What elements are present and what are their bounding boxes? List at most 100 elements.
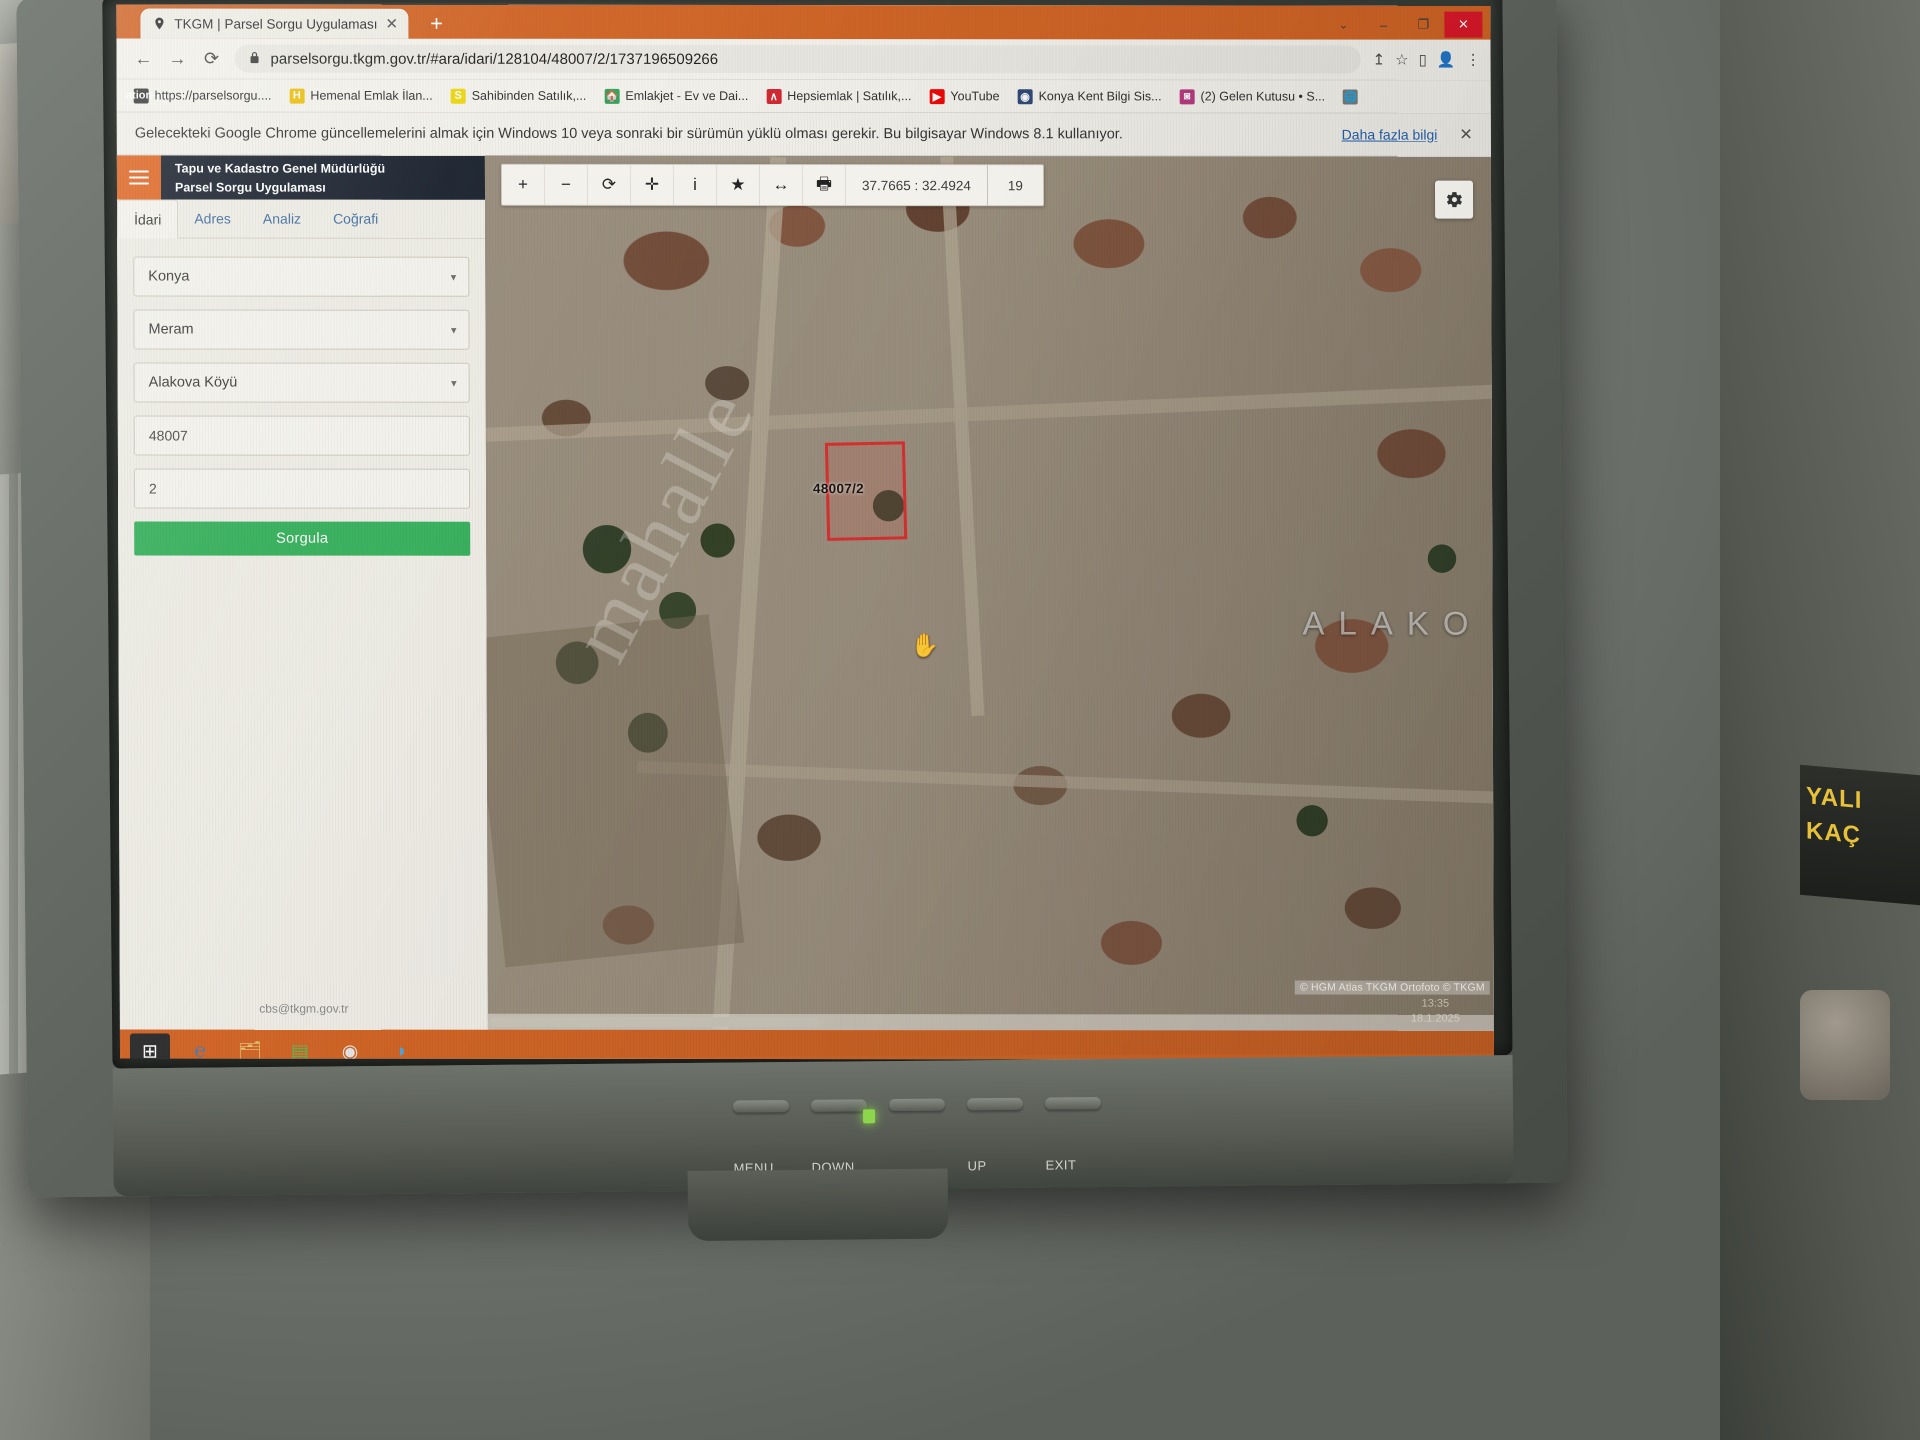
profile-avatar-icon[interactable]: 👤 (1437, 51, 1456, 69)
side-panel-icon[interactable]: ▯ (1419, 51, 1427, 69)
chevron-down-icon: ▾ (451, 377, 457, 390)
district-select[interactable]: Meram (133, 309, 470, 350)
print-icon[interactable]: 🖶 (802, 165, 847, 206)
bookmark-item[interactable]: ▶ YouTube (920, 84, 1008, 108)
app-title-line1: Tapu ve Kadastro Genel Müdürlüğü (174, 161, 386, 176)
bookmark-item[interactable]: ◉ Konya Kent Bilgi Sis... (1009, 84, 1171, 108)
share-icon[interactable]: ↥ (1373, 51, 1386, 69)
bookmark-favicon-🏠: 🏠 (604, 88, 620, 104)
province-select[interactable]: Konya (133, 256, 470, 297)
app-header: Tapu ve Kadastro Genel Müdürlüğü Parsel … (116, 155, 486, 200)
osd-button-up[interactable] (966, 1097, 1024, 1111)
osd-button-power[interactable] (888, 1098, 946, 1112)
bookmark-item[interactable]: ∧ Hepsiemlak | Satılık,... (757, 84, 920, 108)
bookmark-favicon-🌐: 🌐 (1343, 89, 1359, 105)
maximize-button[interactable]: ❐ (1404, 12, 1442, 38)
parsel-value: 2 (149, 480, 157, 497)
store-icon[interactable]: ▤ (280, 1034, 320, 1060)
query-tab-coğrafi[interactable]: Coğrafi (317, 200, 394, 238)
chrome-menu-icon[interactable]: ⋮ (1466, 51, 1481, 69)
query-submit-button[interactable]: Sorgula (134, 521, 471, 556)
app-title-line2: Parsel Sorgu Uygulaması (174, 180, 326, 195)
browser-tab[interactable]: TKGM | Parsel Sorgu Uygulaması ✕ (140, 8, 409, 39)
measure-icon[interactable]: ↔ (759, 165, 804, 206)
bookmark-item[interactable]: S Sahibinden Satılık,... (442, 84, 596, 108)
browser-tab-strip: TKGM | Parsel Sorgu Uygulaması ✕ + ⌄ – ❐… (116, 4, 1491, 40)
query-tab-i̇dari[interactable]: İdari (117, 199, 179, 239)
chrome-icon[interactable]: ◉ (330, 1034, 370, 1060)
omnibox-row: ← → ⟳ parselsorgu.tkgm.gov.tr/#ara/idari… (116, 38, 1491, 81)
favorite-icon[interactable]: ★ (716, 164, 761, 206)
edge-icon[interactable]: ◑ (380, 1034, 420, 1060)
bookmark-label: https://parselsorgu.... (154, 88, 272, 103)
forward-button[interactable]: → (160, 41, 194, 75)
application-area: Tapu ve Kadastro Genel Müdürlüğü Parsel … (116, 155, 1494, 1031)
province-value: Konya (148, 268, 190, 285)
bookmark-label: Konya Kent Bilgi Sis... (1038, 89, 1162, 104)
bookmark-item[interactable]: location-pin https://parselsorgu.... (125, 83, 281, 107)
minimize-button[interactable]: – (1364, 12, 1402, 38)
bookmark-item[interactable]: 🌐 (1334, 85, 1367, 109)
infobar-message: Gelecekteki Google Chrome güncellemeleri… (134, 125, 1123, 143)
monitor: TKGM | Parsel Sorgu Uygulaması ✕ + ⌄ – ❐… (16, 0, 1568, 1242)
district-value: Meram (148, 321, 194, 338)
bookmark-item[interactable]: H Hemenal Emlak İlan... (280, 84, 441, 108)
gear-icon[interactable] (1434, 180, 1474, 219)
infobar-close-icon[interactable]: ✕ (1459, 125, 1472, 145)
bookmark-star-icon[interactable]: ☆ (1395, 51, 1409, 69)
map-place-label: ALAKO (1302, 604, 1483, 642)
chevron-down-icon: ▾ (450, 324, 457, 337)
parsel-input[interactable]: 2 (133, 468, 471, 509)
district-select-wrap: Meram ▾ (133, 309, 470, 350)
map-toolbar: + − ⟳ ✛ i ★ ↔ 🖶 37.7665 : 32.4924 19 (500, 163, 1044, 207)
new-tab-button[interactable]: + (424, 11, 449, 36)
close-window-button[interactable]: ✕ (1444, 11, 1483, 38)
omnibox-actions: ↥ ☆ ▯ 👤 ⋮ (1367, 51, 1481, 69)
address-bar[interactable]: parselsorgu.tkgm.gov.tr/#ara/idari/12810… (234, 44, 1361, 74)
window-caret-button[interactable]: ⌄ (1324, 12, 1362, 38)
hamburger-menu-icon[interactable] (116, 155, 162, 200)
query-tab-analiz[interactable]: Analiz (247, 200, 317, 238)
info-icon[interactable]: i (673, 164, 718, 205)
scrollbar-thumb[interactable] (489, 1016, 820, 1028)
power-led (862, 1109, 876, 1124)
province-select-wrap: Konya ▾ (133, 256, 470, 297)
back-button[interactable]: ← (126, 41, 160, 75)
query-tab-adres[interactable]: Adres (178, 200, 247, 238)
map-view[interactable]: + − ⟳ ✛ i ★ ↔ 🖶 37.7665 : 32.4924 19 mahalle ALAK… (484, 155, 1494, 1031)
map-coordinates: 37.7665 : 32.4924 (845, 165, 988, 206)
ada-input[interactable]: 48007 (133, 415, 470, 456)
bookmark-item[interactable]: 🏠 Emlakjet - Ev ve Dai... (595, 84, 757, 108)
osd-button-down[interactable] (810, 1099, 868, 1112)
bookmark-favicon-◙: ◙ (1179, 88, 1195, 104)
neighbourhood-value: Alakova Köyü (148, 374, 238, 391)
refresh-icon[interactable]: ⟳ (587, 164, 632, 205)
tab-title: TKGM | Parsel Sorgu Uygulaması (174, 16, 378, 32)
internet-explorer-icon[interactable]: ℮ (180, 1034, 220, 1060)
neighbourhood-select[interactable]: Alakova Köyü (133, 362, 470, 403)
ada-value: 48007 (148, 427, 188, 444)
file-explorer-icon[interactable]: 🗂 (230, 1034, 270, 1060)
infobar-more-info-link[interactable]: Daha fazla bilgi (1342, 127, 1438, 143)
desk-object (1800, 990, 1890, 1100)
osd-button-menu[interactable] (732, 1100, 790, 1113)
bookmark-label: (2) Gelen Kutusu • S... (1200, 89, 1326, 104)
map-horizontal-scrollbar[interactable] (487, 1013, 1494, 1031)
osd-button-exit[interactable] (1044, 1097, 1101, 1110)
bookmark-favicon-◉: ◉ (1017, 88, 1033, 104)
bookmark-favicon-location-pin: location-pin (124, 87, 173, 103)
pan-icon[interactable]: ✛ (630, 164, 675, 205)
zoom-in-icon[interactable]: + (501, 164, 546, 205)
neighbourhood-select-wrap: Alakova Köyü ▾ (133, 362, 470, 403)
gear-glyph (1446, 192, 1462, 208)
zoom-out-icon[interactable]: − (544, 164, 589, 205)
start-button[interactable]: ⊞ (129, 1033, 171, 1060)
chrome-update-infobar: Gelecekteki Google Chrome güncellemeleri… (116, 112, 1491, 157)
location-pin-favicon (155, 17, 164, 30)
close-tab-icon[interactable]: ✕ (385, 15, 398, 33)
osd-button-label: EXIT (1045, 1157, 1077, 1173)
bookmark-favicon-▶: ▶ (929, 88, 945, 104)
right-wall: YALI KAÇ (1720, 0, 1920, 1440)
bookmark-item[interactable]: ◙ (2) Gelen Kutusu • S... (1170, 84, 1334, 108)
reload-button[interactable]: ⟳ (194, 42, 228, 76)
